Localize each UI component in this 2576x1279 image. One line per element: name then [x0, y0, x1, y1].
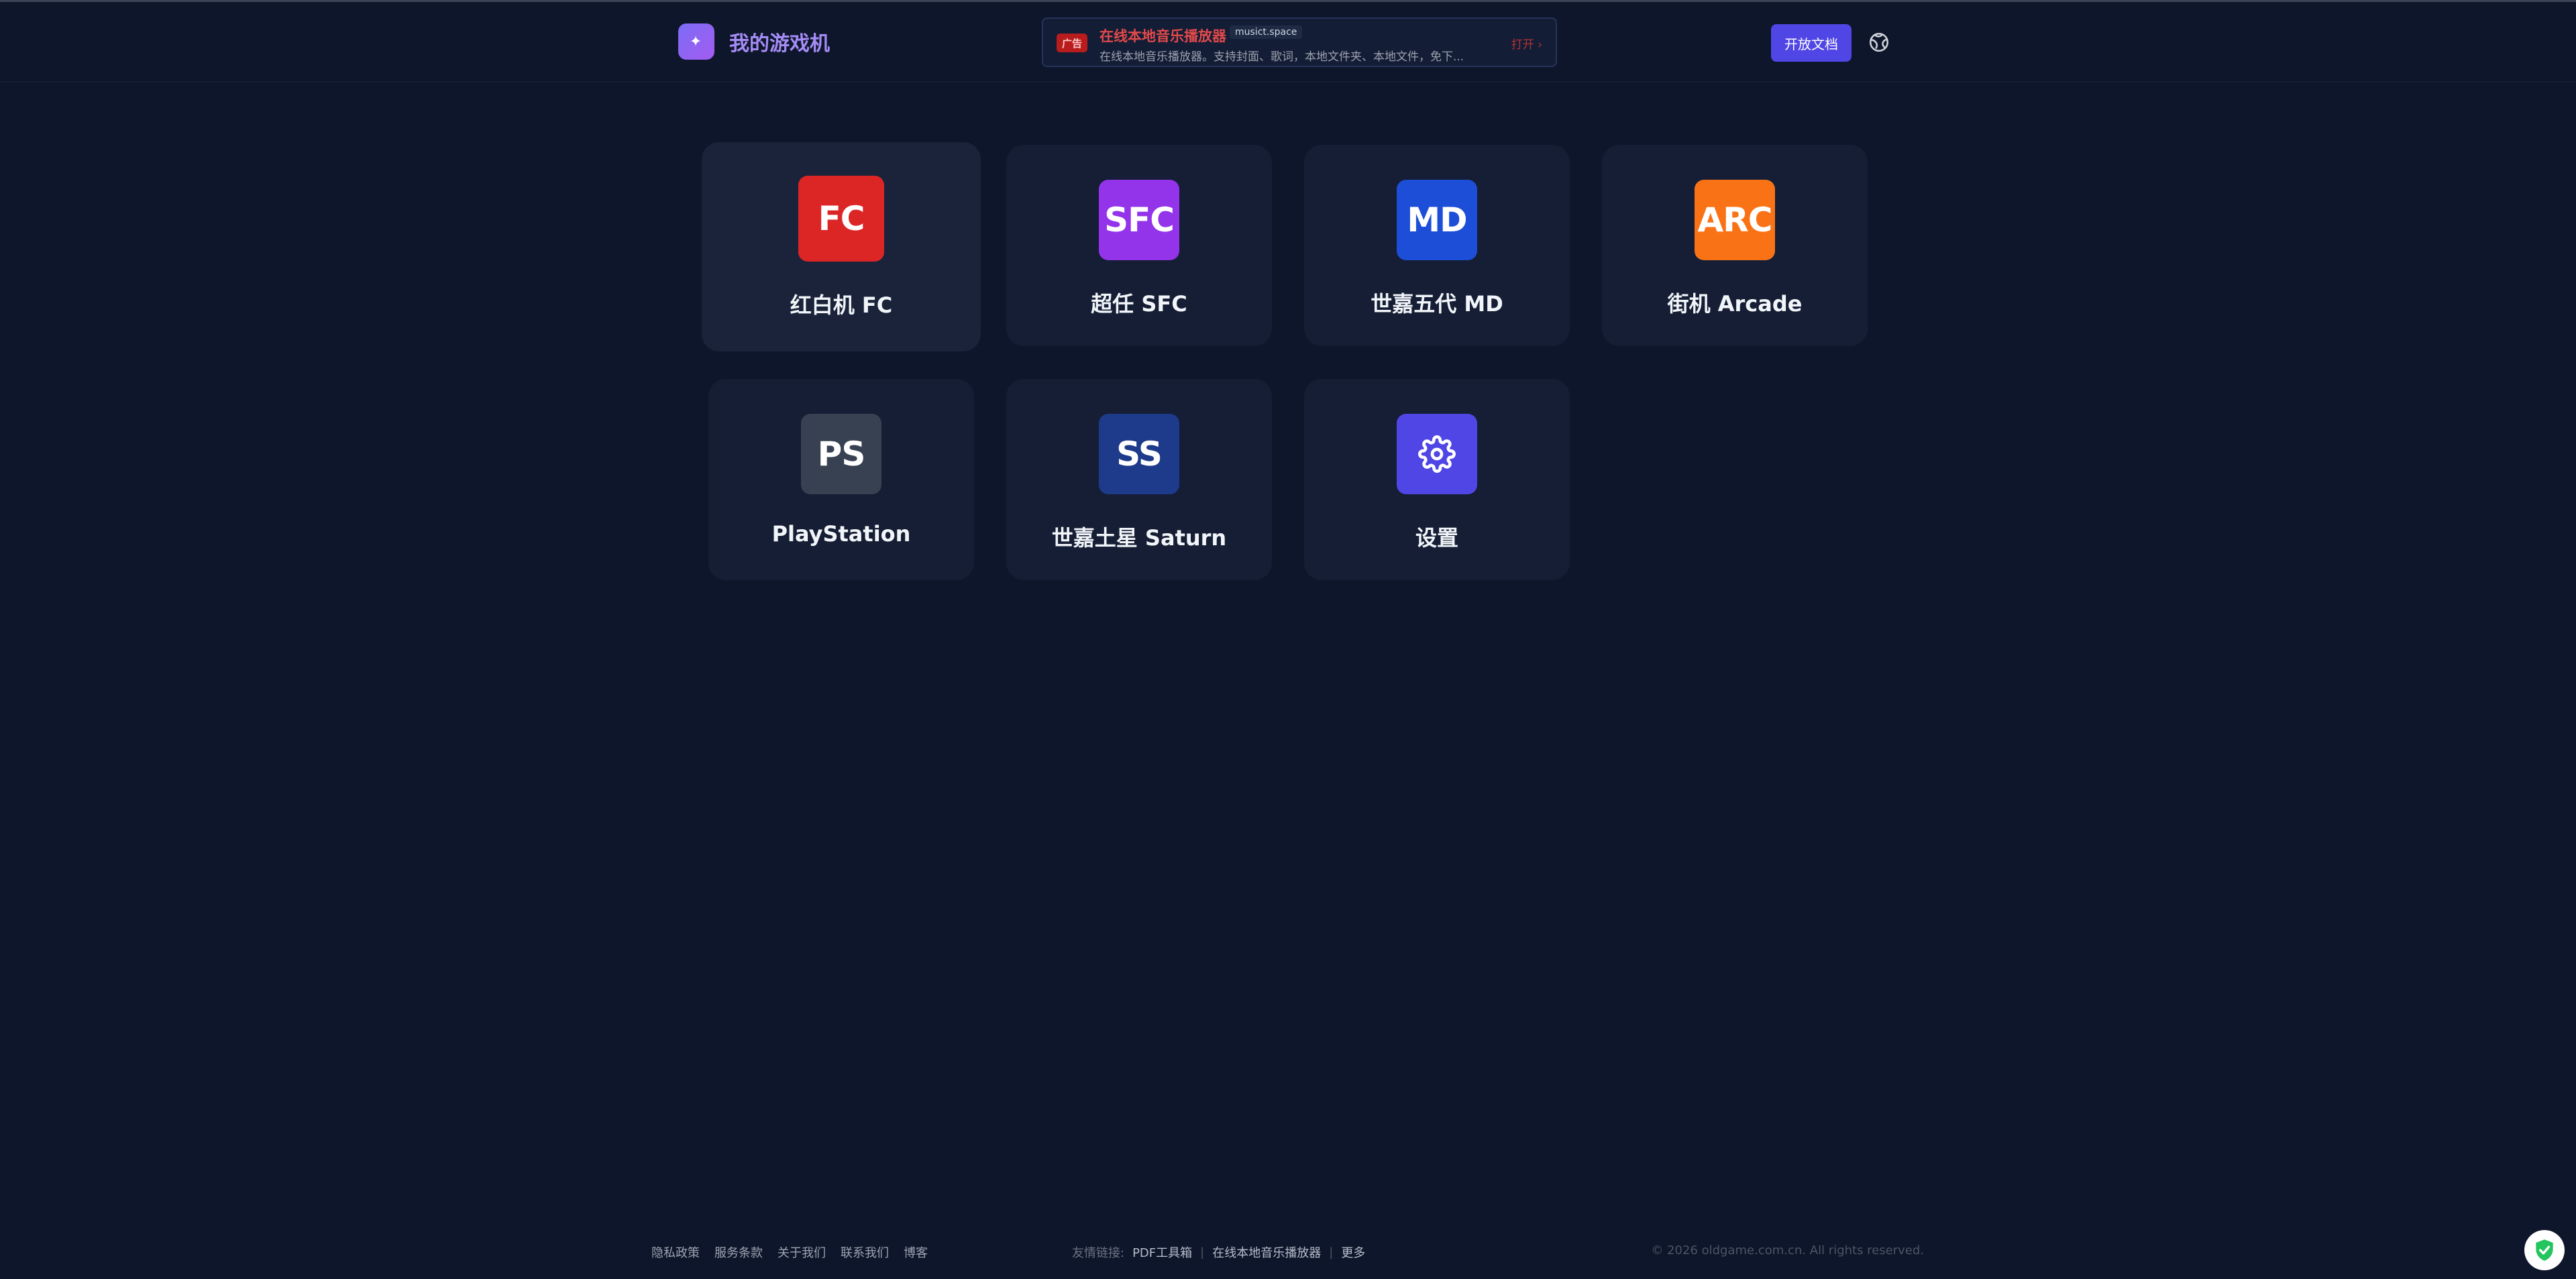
ps-icon: PS [801, 414, 881, 494]
separator: | [1329, 1245, 1334, 1260]
ad-description: 在线本地音乐播放器。支持封面、歌词，本地文件夹、本地文件，免下... [1099, 50, 1464, 64]
console-card-md[interactable]: MD 世嘉五代 MD [1304, 145, 1570, 346]
ad-title: 在线本地音乐播放器 [1099, 28, 1226, 44]
footer: 隐私政策 服务条款 关于我们 联系我们 博客 友情链接: PDF工具箱 | 在线… [0, 1241, 2576, 1268]
friend-links: 友情链接: PDF工具箱 | 在线本地音乐播放器 | 更多 [1072, 1243, 1365, 1261]
console-label: PlayStation [771, 521, 911, 547]
gamepad-icon: ✦ [678, 23, 714, 60]
sfc-icon: SFC [1099, 180, 1179, 260]
console-label: 设置 [1415, 525, 1458, 551]
friend-link-more[interactable]: 更多 [1341, 1243, 1365, 1261]
globe-icon[interactable] [1868, 31, 1890, 54]
saturn-icon: SS [1099, 414, 1179, 494]
console-card-fc[interactable]: FC 红白机 FC [702, 142, 981, 351]
site-title: 我的游戏机 [729, 32, 830, 56]
arcade-icon: ARC [1695, 180, 1775, 260]
console-label: 世嘉土星 Saturn [1051, 525, 1227, 551]
friend-link-pdf[interactable]: PDF工具箱 [1132, 1243, 1192, 1261]
footer-links: 隐私政策 服务条款 关于我们 联系我们 博客 [651, 1243, 928, 1261]
ad-tag: 广告 [1057, 34, 1087, 52]
privacy-link[interactable]: 隐私政策 [651, 1243, 700, 1261]
console-card-arcade[interactable]: ARC 街机 Arcade [1602, 145, 1868, 346]
console-label: 超任 SFC [1091, 291, 1187, 317]
copyright: © 2026 oldgame.com.cn. All rights reserv… [1651, 1243, 1924, 1258]
console-label: 世嘉五代 MD [1371, 291, 1503, 317]
console-label: 红白机 FC [790, 292, 893, 318]
console-abbr: FC [818, 199, 865, 238]
contact-link[interactable]: 联系我们 [841, 1243, 889, 1261]
top-bar: ✦ 我的游戏机 广告 在线本地音乐播放器 musict.space 在线本地音乐… [0, 2, 2576, 82]
open-docs-button[interactable]: 开放文档 [1771, 24, 1851, 62]
console-card-ps[interactable]: PS PlayStation [708, 379, 974, 580]
friend-links-label: 友情链接: [1072, 1246, 1125, 1260]
friend-link-music[interactable]: 在线本地音乐播放器 [1212, 1243, 1321, 1261]
md-icon: MD [1397, 180, 1477, 260]
separator: | [1200, 1245, 1205, 1260]
logo[interactable]: ✦ 我的游戏机 [678, 23, 830, 60]
console-abbr: MD [1407, 201, 1467, 239]
ad-banner[interactable]: 广告 在线本地音乐播放器 musict.space 在线本地音乐播放器。支持封面… [1042, 17, 1557, 67]
console-abbr: SFC [1104, 201, 1175, 239]
console-label: 街机 Arcade [1667, 291, 1803, 317]
terms-link[interactable]: 服务条款 [714, 1243, 763, 1261]
console-card-sfc[interactable]: SFC 超任 SFC [1006, 145, 1272, 346]
ad-open-link[interactable]: 打开 › [1511, 35, 1542, 52]
console-abbr: ARC [1697, 201, 1773, 239]
shield-check-icon[interactable] [2524, 1230, 2565, 1270]
console-abbr: PS [817, 435, 866, 474]
gear-icon [1397, 414, 1477, 494]
console-abbr: SS [1116, 435, 1163, 474]
blog-link[interactable]: 博客 [904, 1243, 928, 1261]
console-card-saturn[interactable]: SS 世嘉土星 Saturn [1006, 379, 1272, 580]
fc-icon: FC [798, 176, 884, 262]
about-link[interactable]: 关于我们 [777, 1243, 826, 1261]
console-card-settings[interactable]: 设置 [1304, 379, 1570, 580]
ad-domain: musict.space [1230, 25, 1303, 39]
